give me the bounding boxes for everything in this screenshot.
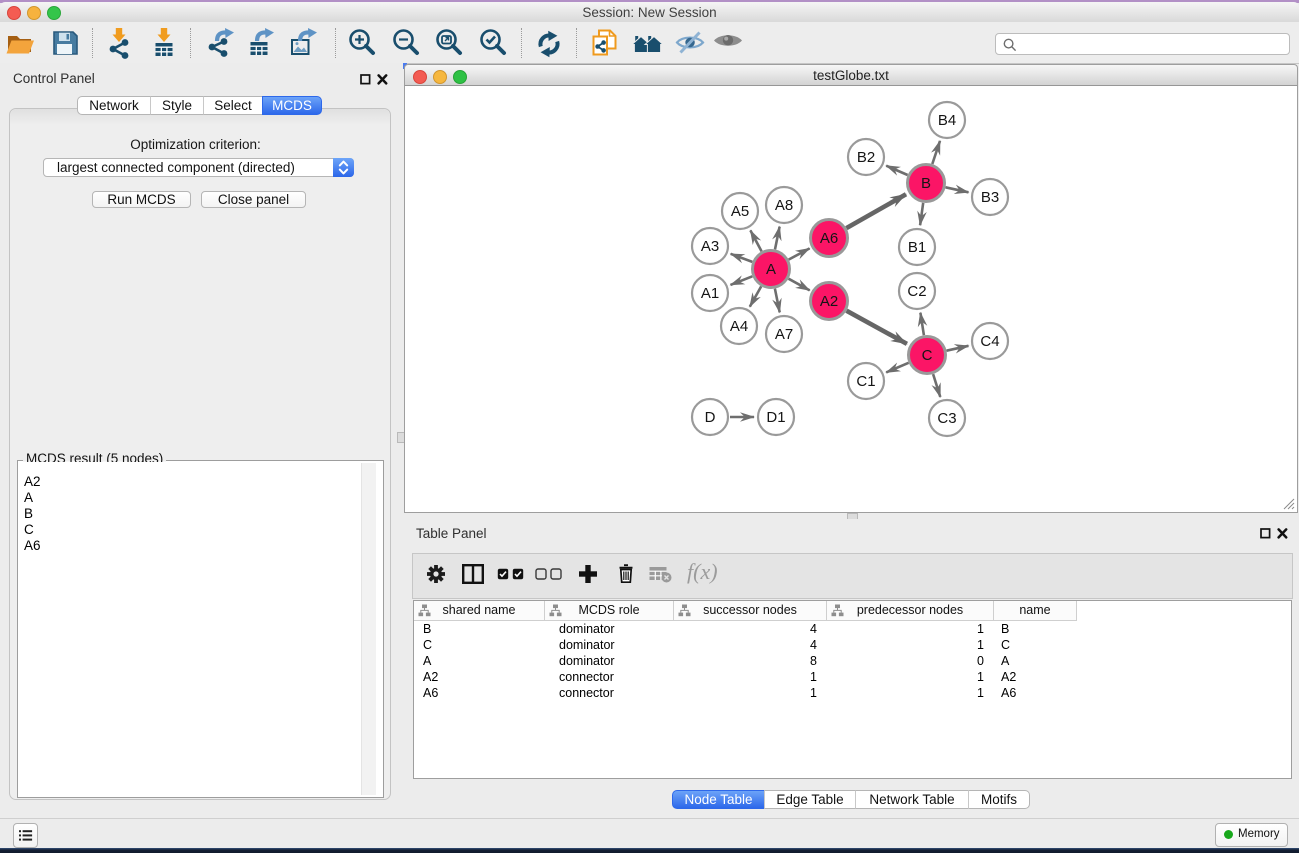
svg-text:B: B bbox=[921, 175, 931, 192]
svg-text:A3: A3 bbox=[701, 238, 719, 255]
svg-text:C2: C2 bbox=[907, 283, 926, 300]
svg-text:A4: A4 bbox=[730, 318, 748, 335]
svg-text:B1: B1 bbox=[908, 239, 926, 256]
svg-text:A8: A8 bbox=[775, 197, 793, 214]
svg-text:A6: A6 bbox=[820, 230, 838, 247]
svg-text:A2: A2 bbox=[820, 293, 838, 310]
svg-text:C3: C3 bbox=[937, 410, 956, 427]
svg-text:D1: D1 bbox=[766, 409, 785, 426]
svg-text:D: D bbox=[705, 409, 716, 426]
svg-text:C4: C4 bbox=[980, 333, 999, 350]
svg-text:A7: A7 bbox=[775, 326, 793, 343]
svg-text:A1: A1 bbox=[701, 285, 719, 302]
svg-text:B4: B4 bbox=[938, 112, 956, 129]
svg-text:C1: C1 bbox=[856, 373, 875, 390]
svg-text:C: C bbox=[922, 347, 933, 364]
svg-text:B3: B3 bbox=[981, 189, 999, 206]
svg-text:A: A bbox=[766, 261, 776, 278]
svg-text:B2: B2 bbox=[857, 149, 875, 166]
svg-text:A5: A5 bbox=[731, 203, 749, 220]
